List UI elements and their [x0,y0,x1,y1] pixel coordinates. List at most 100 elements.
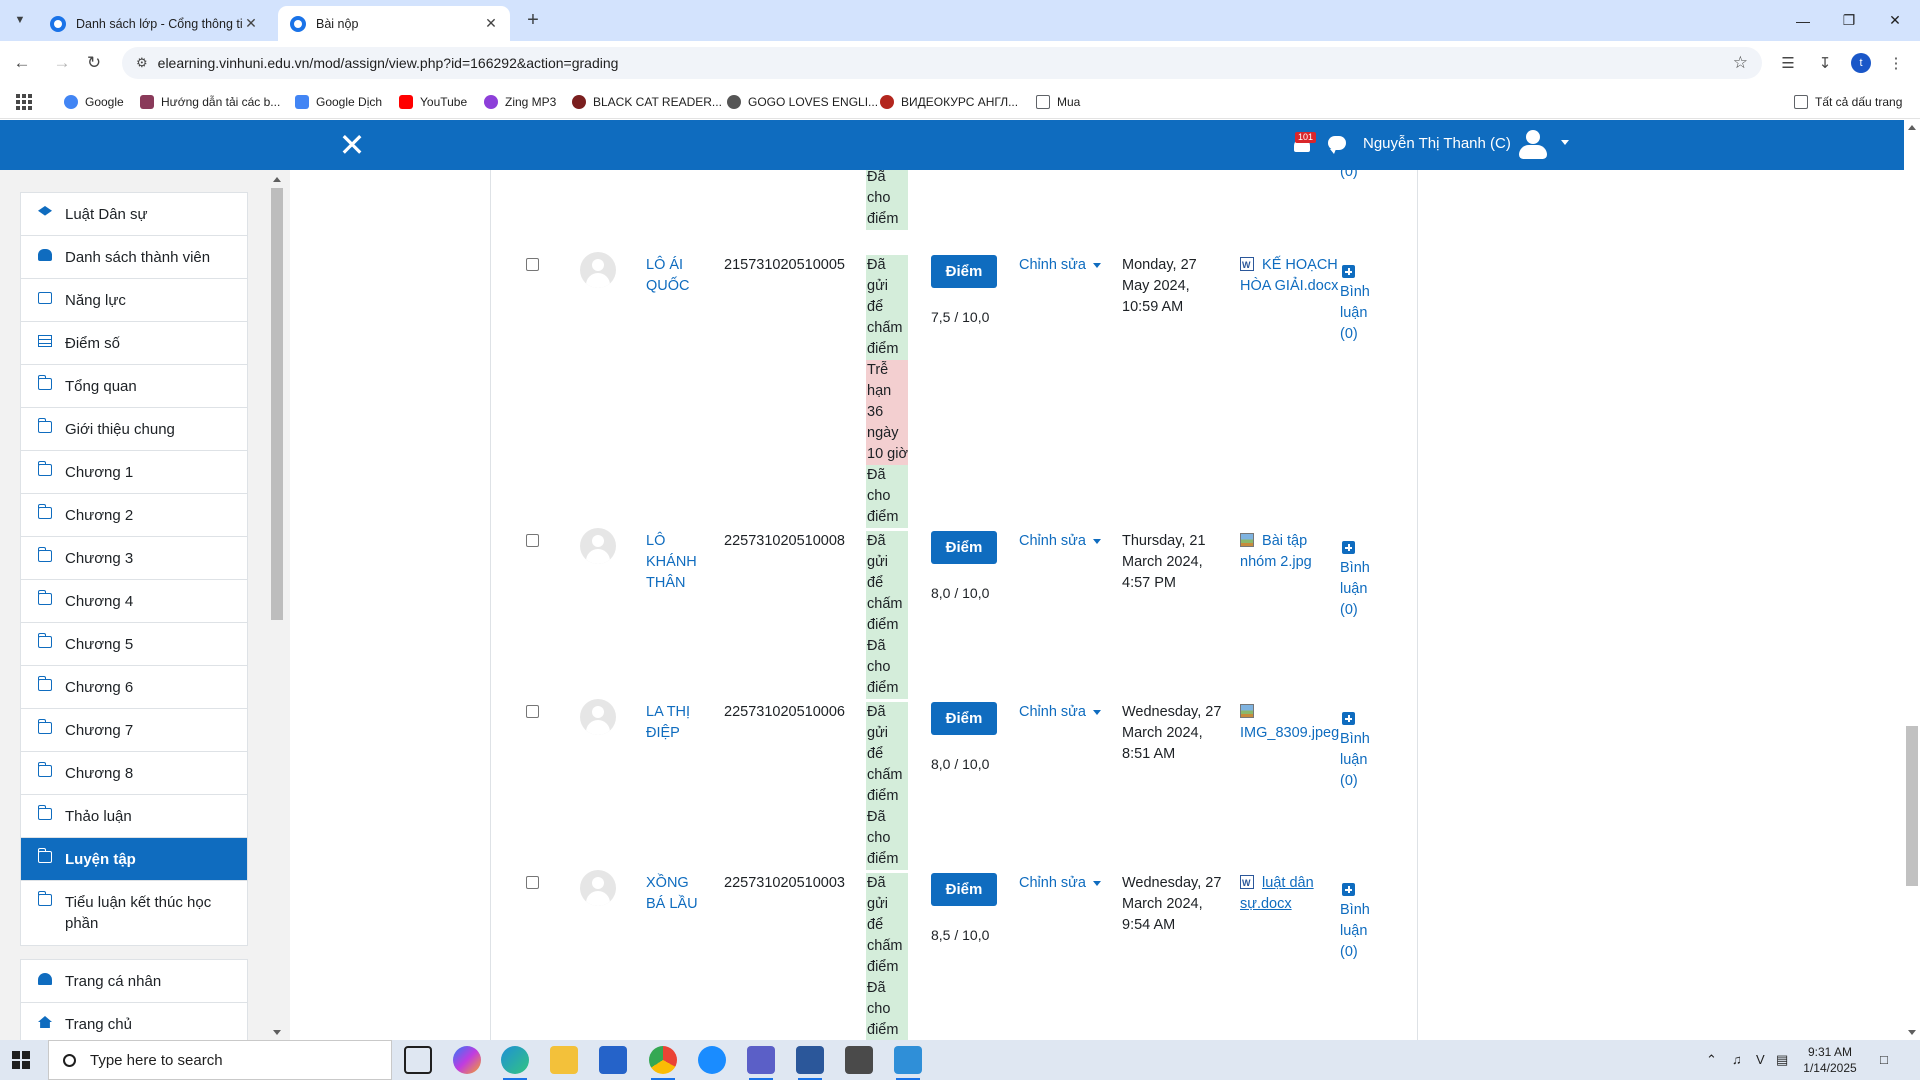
drawer-scroll-up-icon[interactable] [273,177,281,182]
nav-section-chapter-6[interactable]: Chương 6 [21,666,247,709]
education-app-icon[interactable] [845,1046,873,1074]
zalo-icon[interactable] [698,1046,726,1074]
select-row-checkbox[interactable] [526,534,539,547]
file-explorer-icon[interactable] [550,1046,578,1074]
submission-file-link[interactable]: KẾ HOẠCH HÒA GIẢI.docx [1240,255,1346,297]
comment-count-link[interactable]: (0) [1340,170,1380,183]
windows-start-icon[interactable] [12,1051,30,1069]
nav-participants[interactable]: Danh sách thành viên [21,236,247,279]
bookmark-black-cat[interactable]: BLACK CAT READER... [572,93,722,111]
media-queue-icon[interactable]: ☰ [1776,51,1800,75]
download-icon[interactable]: ↧ [1813,51,1837,75]
nav-grades[interactable]: Điểm số [21,322,247,365]
drawer-scroll-down-icon[interactable] [273,1030,281,1035]
bookmark-star-icon[interactable]: ☆ [1733,53,1748,73]
bookmark-folder-mua[interactable]: Mua [1036,93,1080,111]
window-close-icon[interactable]: ✕ [1872,0,1918,41]
comments-link[interactable]: Bình luận (0) [1340,265,1380,345]
edit-menu[interactable]: Chỉnh sửa [1019,873,1101,894]
comments-link[interactable]: Bình luận (0) [1340,883,1380,963]
nav-section-chapter-7[interactable]: Chương 7 [21,709,247,752]
nav-course-home[interactable]: Luật Dân sự [21,193,247,236]
student-name-link[interactable]: XỒNG BÁ LẦU [646,873,706,915]
grade-button[interactable]: Điểm [931,702,997,735]
tab-submissions[interactable]: Bài nộp ✕ [278,6,510,41]
nav-section-chapter-5[interactable]: Chương 5 [21,623,247,666]
vpn-icon[interactable]: V [1756,1052,1765,1067]
grade-button[interactable]: Điểm [931,531,997,564]
bookmark-gogo[interactable]: GOGO LOVES ENGLI... [727,93,878,111]
page-scroll-up-icon[interactable] [1908,125,1916,130]
bookmark-huong-dan[interactable]: Hướng dẫn tải các b... [140,93,280,111]
browser-menu-icon[interactable]: ⋮ [1884,51,1908,75]
user-avatar[interactable] [1516,128,1550,162]
bookmark-youtube[interactable]: YouTube [399,93,467,111]
teams-icon[interactable] [747,1046,775,1080]
submission-file-link[interactable]: IMG_8309.jpeg [1240,702,1346,744]
notification-center-icon[interactable]: □ [1880,1052,1888,1067]
nav-section-chapter-3[interactable]: Chương 3 [21,537,247,580]
minimize-icon[interactable]: — [1780,0,1826,41]
reload-icon[interactable]: ↻ [80,49,108,77]
student-name-link[interactable]: LA THỊ ĐIỆP [646,702,706,744]
address-bar[interactable]: ⚙ elearning.vinhuni.edu.vn/mod/assign/vi… [122,47,1762,79]
page-scroll-down-icon[interactable] [1908,1030,1916,1035]
close-tab-icon[interactable]: ✕ [242,15,260,32]
nav-section-chapter-4[interactable]: Chương 4 [21,580,247,623]
drawer-scrollbar[interactable] [271,188,283,620]
site-info-icon[interactable]: ⚙ [136,55,148,71]
comments-link[interactable]: Bình luận (0) [1340,541,1380,621]
new-tab-plus-icon[interactable]: + [520,8,546,34]
chrome-icon[interactable] [649,1046,677,1080]
network-icon[interactable]: ▤ [1776,1052,1788,1068]
nav-dashboard[interactable]: Trang cá nhân [21,960,247,1003]
nav-section-chapter-1[interactable]: Chương 1 [21,451,247,494]
submission-file-link[interactable]: luật dân sự.docx [1240,873,1346,915]
forward-arrow-icon[interactable]: → [48,49,76,77]
back-arrow-icon[interactable]: ← [8,49,36,77]
nav-section-final-essay[interactable]: Tiểu luận kết thúc học phần [21,881,247,945]
nav-section-practice[interactable]: Luyện tập [21,838,247,881]
page-scrollbar[interactable] [1906,726,1918,886]
student-name-link[interactable]: LÔ ÁI QUỐC [646,255,706,297]
edit-menu[interactable]: Chỉnh sửa [1019,255,1101,276]
word-icon[interactable] [796,1046,824,1080]
nav-section-intro[interactable]: Giới thiệu chung [21,408,247,451]
close-tab-icon[interactable]: ✕ [482,15,500,32]
select-row-checkbox[interactable] [526,258,539,271]
store-icon[interactable] [599,1046,627,1074]
paint-app-icon[interactable] [894,1046,922,1080]
profile-avatar[interactable]: t [1849,51,1873,75]
user-menu-caret-icon[interactable] [1561,140,1569,145]
all-bookmarks[interactable]: Tất cả dấu trang [1794,93,1902,111]
user-name[interactable]: Nguyễn Thị Thanh (C) [1363,135,1511,152]
bookmark-zing-mp3[interactable]: Zing MP3 [484,93,556,111]
bookmark-videokurs[interactable]: ВИДЕОКУРС АНГЛ... [880,93,1018,111]
grade-button[interactable]: Điểm [931,873,997,906]
task-view-icon[interactable] [404,1046,432,1074]
edit-menu[interactable]: Chỉnh sửa [1019,531,1101,552]
edit-menu[interactable]: Chỉnh sửa [1019,702,1101,723]
nav-section-chapter-8[interactable]: Chương 8 [21,752,247,795]
nav-section-discussion[interactable]: Thảo luận [21,795,247,838]
tab-class-list[interactable]: Danh sách lớp - Cổng thông tin ✕ [38,6,270,41]
select-row-checkbox[interactable] [526,705,539,718]
submission-file-link[interactable]: Bài tập nhóm 2.jpg [1240,531,1346,573]
volume-icon[interactable]: ♫ [1732,1052,1742,1067]
comments-link[interactable]: Bình luận (0) [1340,712,1380,792]
nav-section-overview[interactable]: Tổng quan [21,365,247,408]
bookmark-google-dich[interactable]: Google Dịch [295,93,382,111]
nav-competencies[interactable]: Năng lực [21,279,247,322]
edge-icon[interactable] [501,1046,529,1080]
nav-section-chapter-2[interactable]: Chương 2 [21,494,247,537]
bookmark-google[interactable]: Google [64,93,124,111]
restore-icon[interactable]: ❐ [1826,0,1872,41]
student-name-link[interactable]: LÔ KHÁNH THÂN [646,531,706,594]
taskbar-search-input[interactable]: Type here to search [48,1040,392,1080]
close-drawer-icon[interactable]: ✕ [334,127,370,163]
copilot-icon[interactable] [453,1046,481,1074]
grade-button[interactable]: Điểm [931,255,997,288]
tray-overflow-icon[interactable]: ⌃ [1706,1052,1717,1068]
messages-icon[interactable] [1328,136,1346,154]
apps-grid-icon[interactable] [16,94,32,110]
